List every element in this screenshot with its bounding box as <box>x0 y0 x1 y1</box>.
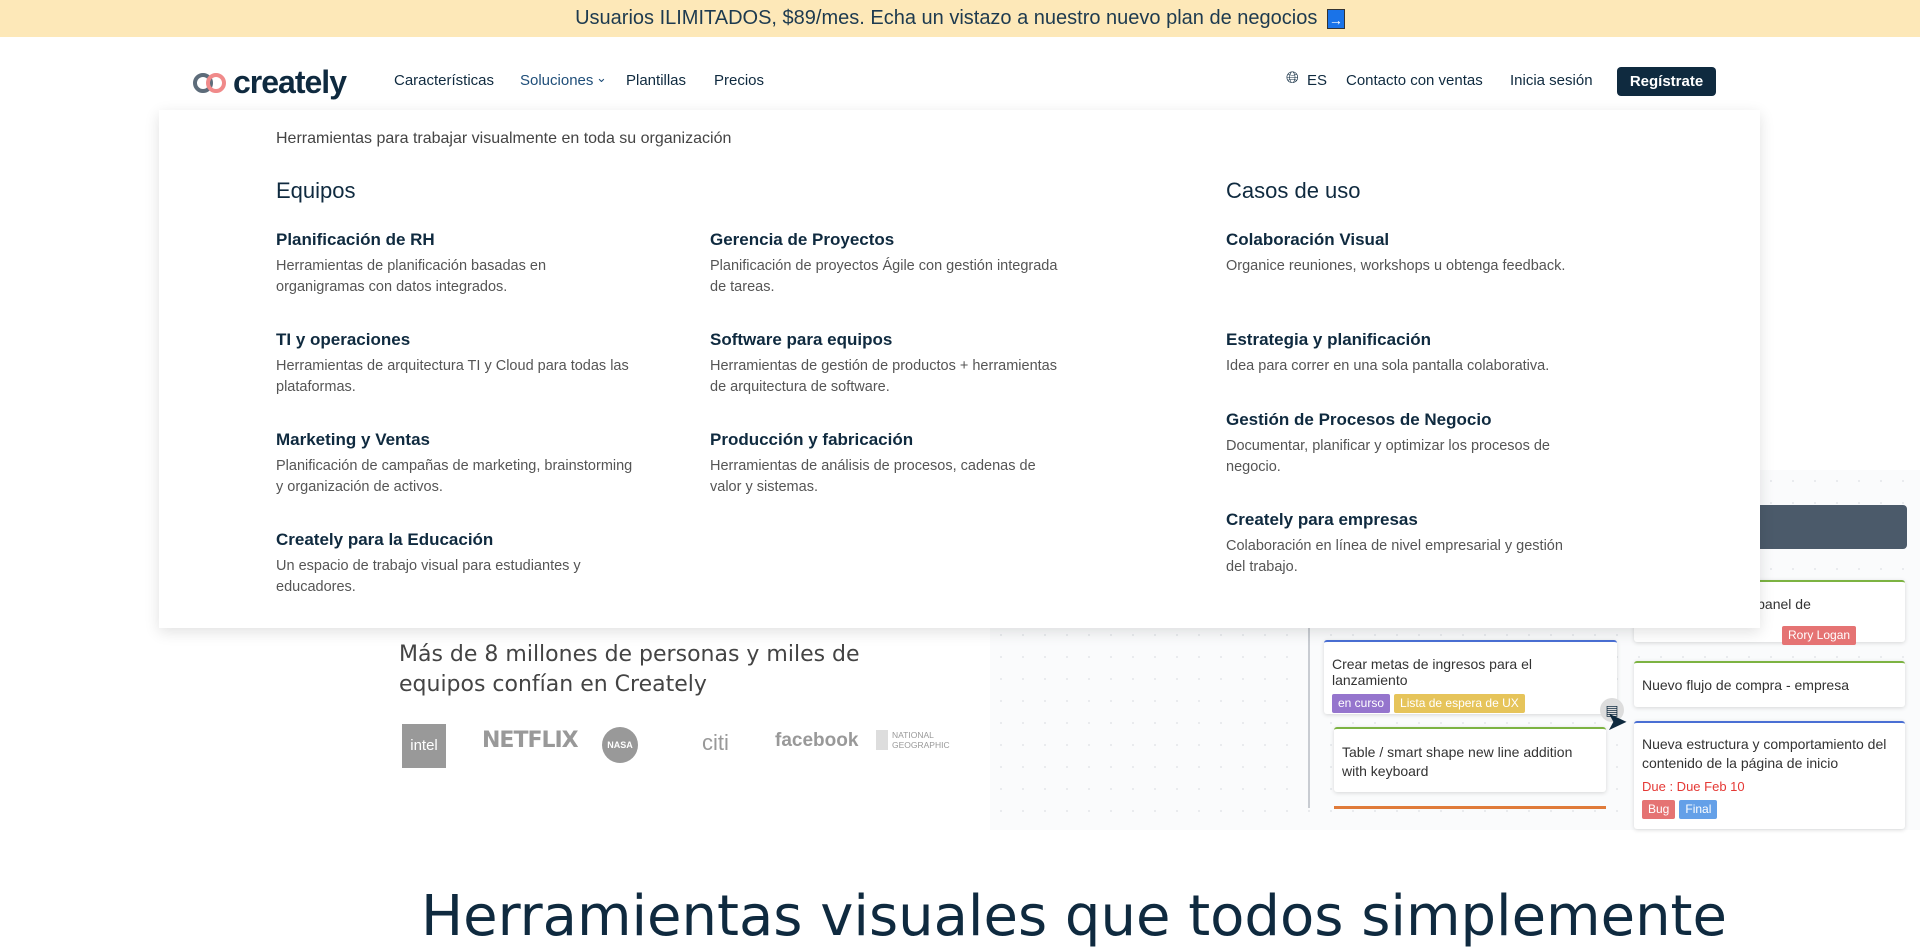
item-desc: Herramientas de planificación basadas en… <box>276 258 547 295</box>
intel-logo: intel <box>402 724 446 768</box>
citi-logo: citi <box>702 730 729 755</box>
menu-item-production[interactable]: Producción y fabricación Herramientas de … <box>710 430 1070 498</box>
menu-item-it[interactable]: TI y operaciones Herramientas de arquitec… <box>276 330 636 398</box>
creately-logo[interactable]: creately <box>193 64 347 101</box>
item-title: Creately para la Educación <box>276 530 494 549</box>
globe-icon: 🌐︎ <box>1286 70 1299 87</box>
tag-bug: Bug <box>1642 800 1676 819</box>
card-text: Nueva estructura y comportamiento del co… <box>1642 736 1887 771</box>
nav-caracteristicas[interactable]: Características <box>394 72 494 89</box>
arrow-right-icon[interactable]: → <box>1326 8 1345 29</box>
menu-item-visual-collab[interactable]: Colaboración Visual Organice reuniones, w… <box>1226 230 1586 277</box>
signup-button[interactable]: Regístrate <box>1617 67 1716 96</box>
menu-item-strategy[interactable]: Estrategia y planificación Idea para corr… <box>1226 330 1586 377</box>
tag: en curso <box>1332 694 1391 713</box>
item-title: Gerencia de Proyectos <box>710 230 895 249</box>
card-text: Table / smart shape new line addition wi… <box>1342 744 1573 779</box>
tag: Lista de espera de UX <box>1394 694 1525 713</box>
user-cursor-label: Rory Logan <box>1782 626 1857 645</box>
menu-item-projects[interactable]: Gerencia de Proyectos Planificación de pr… <box>710 230 1070 298</box>
item-title: Marketing y Ventas <box>276 430 431 449</box>
menu-item-bpm[interactable]: Gestión de Procesos de Negocio Documentar… <box>1226 410 1586 478</box>
due-date: Due : Due Feb 10 <box>1642 779 1745 794</box>
logo-text: creately <box>233 64 347 100</box>
item-title: Producción y fabricación <box>710 430 914 449</box>
item-desc: Herramientas de gestión de productos + h… <box>710 358 1057 395</box>
menu-item-marketing[interactable]: Marketing y Ventas Planificación de campa… <box>276 430 636 498</box>
promo-banner[interactable]: Usuarios ILIMITADOS, $89/mes. Echa un vi… <box>0 0 1920 37</box>
menu-item-hr[interactable]: Planificación de RH Herramientas de plani… <box>276 230 636 298</box>
item-title: Software para equipos <box>710 330 893 349</box>
item-desc: Planificación de campañas de marketing, … <box>276 458 633 495</box>
solutions-dropdown-menu: Herramientas para trabajar visualmente e… <box>159 110 1760 628</box>
banner-text: Usuarios ILIMITADOS, $89/mes. Echa un vi… <box>575 7 1318 29</box>
login-link[interactable]: Inicia sesión <box>1510 72 1593 89</box>
item-title: TI y operaciones <box>276 330 411 349</box>
board-card: Crear metas de ingresos para el lanzamie… <box>1324 640 1617 714</box>
trust-text: Más de 8 millones de personas y miles de… <box>399 642 860 697</box>
item-title: Creately para empresas <box>1226 510 1418 529</box>
tag-final: Final <box>1679 800 1718 819</box>
item-desc: Documentar, planificar y optimizar los p… <box>1226 438 1550 475</box>
card-edge <box>1334 806 1606 809</box>
item-desc: Idea para correr en una sola pantalla co… <box>1226 358 1550 374</box>
item-desc: Herramientas de arquitectura TI y Cloud … <box>276 358 629 395</box>
menu-item-enterprise[interactable]: Creately para empresas Colaboración en lí… <box>1226 510 1586 578</box>
netflix-logo: NETFLIX <box>482 728 579 753</box>
nav-precios[interactable]: Precios <box>714 72 764 89</box>
contact-sales-link[interactable]: Contacto con ventas <box>1346 72 1483 89</box>
item-desc: Organice reuniones, workshops u obtenga … <box>1226 258 1566 274</box>
chevron-down-icon: ⌄ <box>596 70 607 85</box>
mouse-cursor-icon: ➤ <box>1606 706 1628 736</box>
language-selector[interactable]: ES <box>1307 72 1327 89</box>
item-title: Colaboración Visual <box>1226 230 1390 249</box>
nasa-logo: NASA <box>602 727 638 763</box>
divider <box>1308 600 1310 808</box>
menu-item-software[interactable]: Software para equipos Herramientas de ges… <box>710 330 1070 398</box>
board-card: Nueva estructura y comportamiento del co… <box>1634 721 1905 829</box>
nav-soluciones[interactable]: Soluciones <box>520 72 593 89</box>
item-title: Estrategia y planificación <box>1226 330 1432 349</box>
item-desc: Un espacio de trabajo visual para estudi… <box>276 558 581 595</box>
item-title: Gestión de Procesos de Negocio <box>1226 410 1492 429</box>
board-card: Nuevo flujo de compra - empresa <box>1634 661 1905 707</box>
facebook-logo: facebook <box>775 730 859 751</box>
natgeo-logo: NATIONAL GEOGRAPHIC <box>876 730 950 750</box>
menu-intro: Herramientas para trabajar visualmente e… <box>276 130 732 147</box>
nav-plantillas[interactable]: Plantillas <box>626 72 686 89</box>
item-desc: Herramientas de análisis de procesos, ca… <box>710 458 1036 495</box>
teams-heading: Equipos <box>276 178 356 203</box>
item-desc: Planificación de proyectos Ágile con ges… <box>710 258 1058 295</box>
board-card: Table / smart shape new line addition wi… <box>1334 727 1606 792</box>
item-desc: Colaboración en línea de nivel empresari… <box>1226 538 1563 575</box>
logo-rings-icon <box>193 72 227 93</box>
card-text: Nuevo flujo de compra - empresa <box>1642 677 1849 693</box>
card-text: Crear metas de ingresos para el lanzamie… <box>1332 656 1532 688</box>
item-title: Planificación de RH <box>276 230 435 249</box>
menu-item-education[interactable]: Creately para la Educación Un espacio de … <box>276 530 636 598</box>
section-heading: Herramientas visuales que todos simpleme… <box>421 884 1727 949</box>
use-cases-heading: Casos de uso <box>1226 178 1361 203</box>
